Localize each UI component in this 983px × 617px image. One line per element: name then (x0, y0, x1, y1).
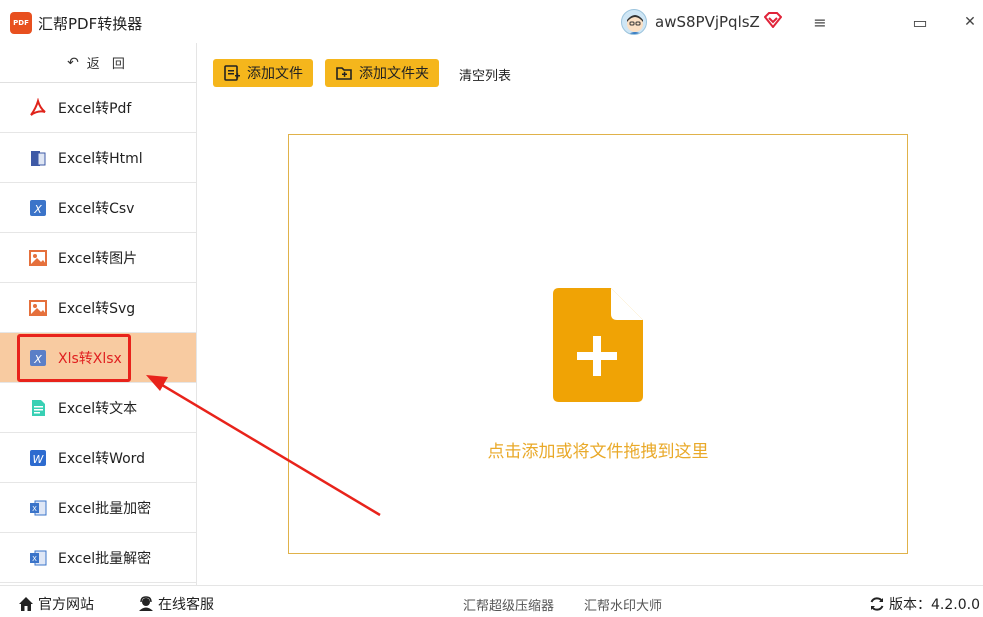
text-icon (28, 398, 48, 418)
image-icon (28, 248, 48, 268)
avatar[interactable] (621, 9, 647, 35)
sidebar-item-label: Excel转Csv (58, 200, 135, 217)
image-icon (28, 298, 48, 318)
avatar-face-icon (627, 15, 643, 34)
app-logo-icon: PDF (10, 12, 32, 34)
sidebar-item-excel-to-svg[interactable]: Excel转Svg (0, 283, 196, 333)
close-icon[interactable]: ✕ (958, 10, 982, 34)
back-button[interactable]: ↶ 返 回 (0, 43, 196, 83)
word-icon: W (28, 448, 48, 468)
sidebar-item-excel-to-image[interactable]: Excel转图片 (0, 233, 196, 283)
add-folder-button[interactable]: 添加文件夹 (325, 59, 439, 87)
version-label: 版本：4.2.0.0 (889, 597, 980, 613)
sidebar-item-excel-to-csv[interactable]: X Excel转Csv (0, 183, 196, 233)
back-label: 返 回 (86, 57, 129, 72)
compressor-link[interactable]: 汇帮超级压缩器 (463, 595, 554, 614)
vip-diamond-icon[interactable] (764, 12, 782, 28)
add-folder-label: 添加文件夹 (359, 66, 429, 82)
excel-icon: X (28, 498, 48, 518)
sidebar-item-label: Excel转图片 (58, 250, 138, 267)
excel-icon: X (28, 548, 48, 568)
official-site-link[interactable]: 官方网站 (18, 594, 94, 614)
clear-list-button[interactable]: 清空列表 (459, 65, 511, 84)
sidebar-item-label: Excel转Word (58, 450, 146, 467)
sidebar-item-label: Excel转Html (58, 150, 143, 167)
maximize-icon[interactable]: ▭ (908, 10, 932, 34)
svg-text:W: W (33, 453, 45, 466)
svg-text:X: X (32, 555, 37, 563)
menu-icon[interactable]: ≡ (808, 10, 832, 34)
sidebar-item-label: Excel转文本 (58, 400, 138, 417)
sidebar-item-excel-batch-encrypt[interactable]: X Excel批量加密 (0, 483, 196, 533)
username[interactable]: awS8PVjPqlsZ (655, 13, 760, 31)
home-icon (19, 597, 33, 611)
drop-hint-text: 点击添加或将文件拖拽到这里 (487, 442, 709, 462)
online-service-link[interactable]: 在线客服 (138, 594, 214, 614)
annotation-highlight-box (17, 334, 131, 382)
add-file-button[interactable]: 添加文件 (213, 59, 313, 87)
version-info[interactable]: 版本：4.2.0.0 (869, 594, 980, 614)
footer-bar: 官方网站 在线客服 汇帮超级压缩器 汇帮水印大师 版本：4.2.0.0 (0, 585, 983, 617)
sidebar-item-label: Excel批量加密 (58, 500, 152, 517)
add-document-icon (553, 288, 643, 402)
title-bar: PDF 汇帮PDF转换器 awS8PVjPqlsZ ≡ ▭ ✕ (0, 0, 983, 43)
online-service-label: 在线客服 (158, 597, 214, 613)
back-arrow-icon: ↶ (67, 54, 79, 71)
app-title: 汇帮PDF转换器 (38, 15, 143, 33)
sidebar-item-xls-to-xlsx[interactable]: X Xls转Xlsx (0, 333, 196, 383)
sidebar-item-excel-batch-decrypt[interactable]: X Excel批量解密 (0, 533, 196, 583)
sidebar-item-label: Excel转Svg (58, 300, 136, 317)
add-file-icon (224, 65, 240, 81)
sidebar: ↶ 返 回 Excel转Pdf Excel转Html X Excel转Csv E… (0, 43, 197, 585)
sidebar-item-excel-to-pdf[interactable]: Excel转Pdf (0, 83, 196, 133)
customer-service-icon (139, 596, 153, 611)
add-folder-icon (336, 67, 352, 80)
sidebar-item-label: Excel批量解密 (58, 550, 152, 567)
refresh-icon (870, 597, 884, 611)
sidebar-item-excel-to-text[interactable]: Excel转文本 (0, 383, 196, 433)
sidebar-item-excel-to-html[interactable]: Excel转Html (0, 133, 196, 183)
watermark-link[interactable]: 汇帮水印大师 (584, 595, 662, 614)
html-icon (28, 148, 48, 168)
csv-icon: X (28, 198, 48, 218)
official-site-label: 官方网站 (38, 597, 94, 613)
file-drop-zone[interactable]: 点击添加或将文件拖拽到这里 (288, 134, 908, 554)
pdf-icon (28, 97, 48, 118)
sidebar-item-label: Excel转Pdf (58, 100, 132, 117)
sidebar-item-excel-to-word[interactable]: W Excel转Word (0, 433, 196, 483)
svg-text:X: X (33, 203, 42, 216)
svg-text:X: X (32, 505, 37, 513)
add-file-label: 添加文件 (247, 66, 303, 82)
